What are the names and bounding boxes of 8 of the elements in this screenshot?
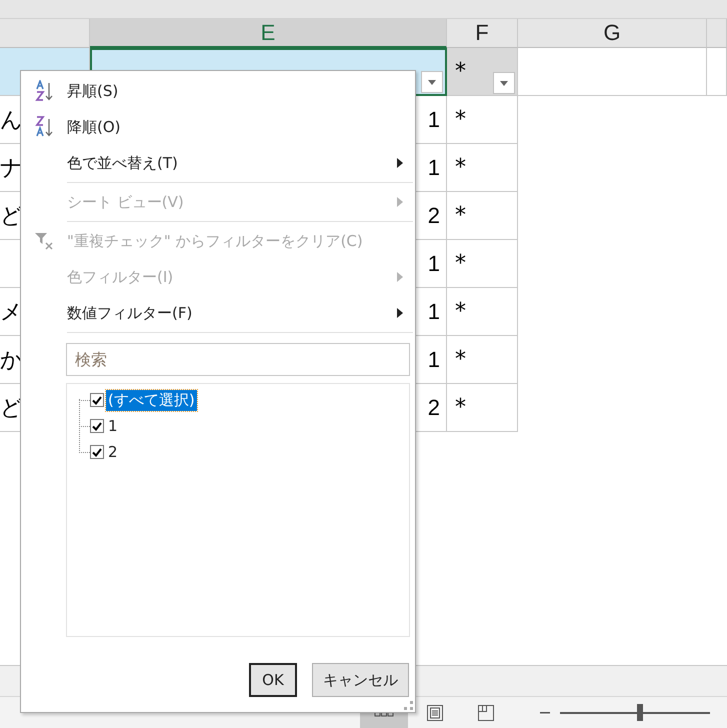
table-cell: *	[447, 192, 518, 240]
table-cell: *	[455, 59, 466, 84]
table-cell: *	[447, 96, 518, 144]
table-cell: *	[447, 384, 518, 432]
table-cell: *	[447, 336, 518, 384]
table-cell: *	[447, 144, 518, 192]
table-cell: *	[447, 240, 518, 288]
table-cell: *	[447, 288, 518, 336]
